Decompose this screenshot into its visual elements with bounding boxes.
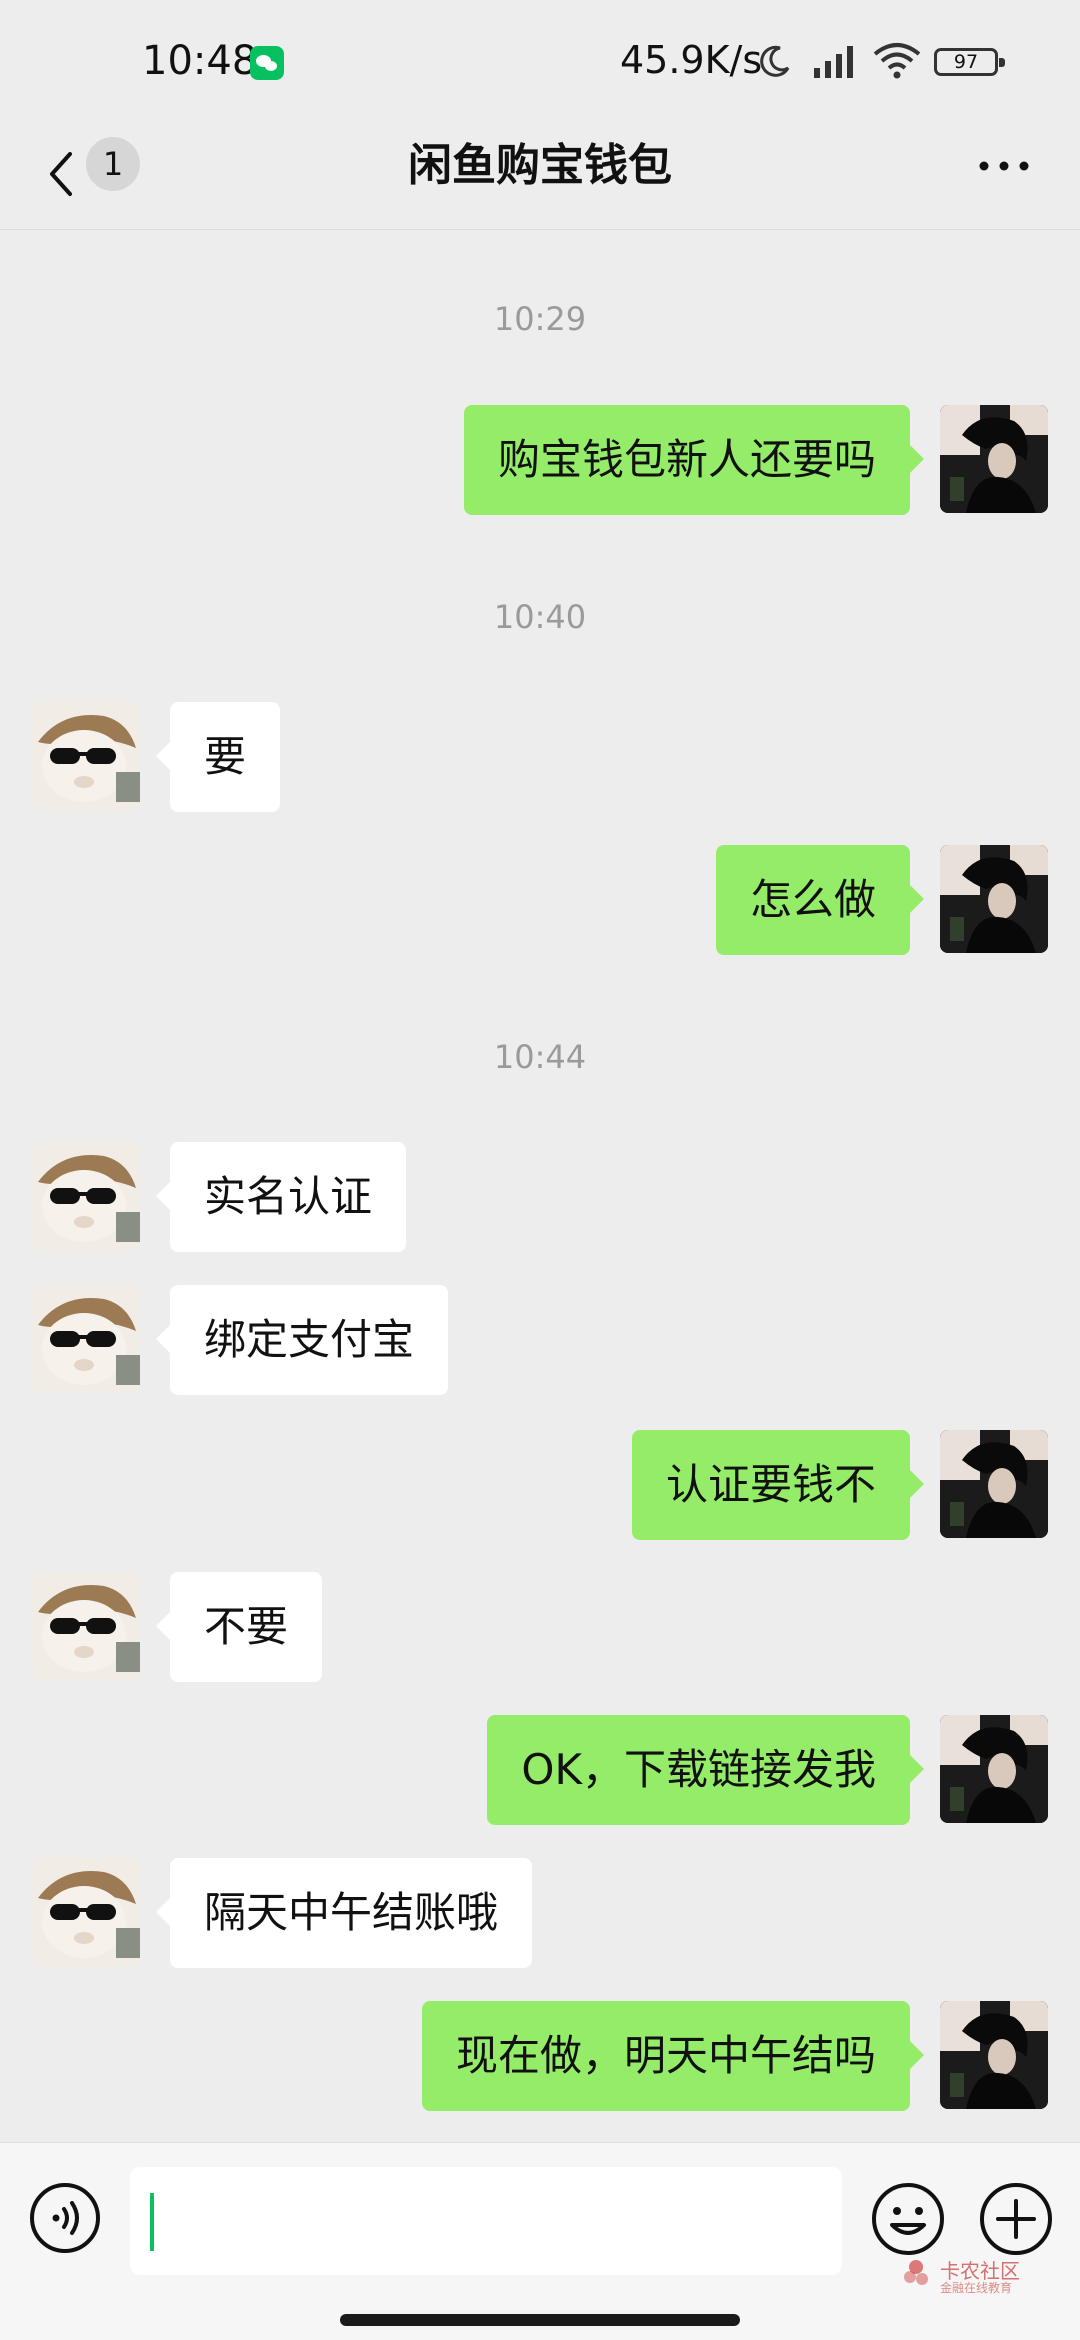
hamster-sunglasses-avatar-image [32,1285,140,1393]
person-avatar-image [940,1430,1048,1538]
hamster-sunglasses-avatar-image [32,1858,140,1966]
home-indicator[interactable] [340,2314,740,2326]
message-bubble-contact[interactable]: 不要 [155,1572,323,1682]
watermark-subtext: 金融在线教育 [940,2281,1013,2295]
hamster-sunglasses-avatar-image [32,702,140,810]
battery-level: 97 [953,51,979,73]
self-avatar[interactable] [940,845,1048,953]
contact-avatar[interactable] [32,1142,140,1250]
network-speed: 45.9K/s [620,38,763,82]
person-avatar-image [940,1715,1048,1823]
message-bubble-contact[interactable]: 隔天中午结账哦 [155,1858,533,1968]
message-bubble-self[interactable]: OK，下载链接发我 [487,1715,924,1825]
self-avatar[interactable] [940,1715,1048,1823]
moon-icon [760,45,790,77]
contact-avatar[interactable] [32,1858,140,1966]
more-dots-icon[interactable] [976,156,1032,176]
wifi-icon [873,43,921,79]
message-timestamp: 10:29 [493,300,587,338]
text-cursor [150,2193,154,2251]
chat-screen: 10:48 45.9K/s 97 1 闲鱼购宝钱包 10:29 购宝钱包新人还要… [0,0,1080,2340]
contact-avatar[interactable] [32,1285,140,1393]
message-list[interactable]: 10:29 购宝钱包新人还要吗 10:40 要 怎么做 10:44 实名认证 绑… [0,230,1080,2140]
hamster-sunglasses-avatar-image [32,1572,140,1680]
message-bubble-self[interactable]: 认证要钱不 [631,1430,925,1540]
self-avatar[interactable] [940,2001,1048,2109]
chevron-left-icon[interactable] [40,142,80,206]
contact-avatar[interactable] [32,702,140,810]
message-bubble-self[interactable]: 现在做，明天中午结吗 [421,2001,925,2111]
message-bubble-self[interactable]: 购宝钱包新人还要吗 [463,405,925,515]
plus-icon[interactable] [978,2181,1054,2257]
page-title: 闲鱼购宝钱包 [408,140,672,191]
person-avatar-image [940,405,1048,513]
wechat-icon [250,46,284,80]
message-bubble-contact[interactable]: 要 [155,702,281,812]
self-avatar[interactable] [940,405,1048,513]
contact-avatar[interactable] [32,1572,140,1680]
status-bar: 10:48 45.9K/s 97 [0,0,1080,120]
voice-icon[interactable] [28,2181,102,2255]
message-input-bar: 卡农社区 金融在线教育 [0,2142,1080,2340]
signal-icon [814,46,853,78]
self-avatar[interactable] [940,1430,1048,1538]
message-text-input[interactable] [130,2167,842,2275]
message-timestamp: 10:44 [493,1038,587,1076]
message-bubble-contact[interactable]: 绑定支付宝 [155,1285,449,1395]
person-avatar-image [940,2001,1048,2109]
emoji-icon[interactable] [870,2181,946,2257]
chat-header: 1 闲鱼购宝钱包 [0,120,1080,230]
message-bubble-contact[interactable]: 实名认证 [155,1142,407,1252]
status-time: 10:48 [142,38,258,84]
hamster-sunglasses-avatar-image [32,1142,140,1250]
message-timestamp: 10:40 [493,598,587,636]
message-bubble-self[interactable]: 怎么做 [715,845,925,955]
person-avatar-image [940,845,1048,953]
unread-badge[interactable]: 1 [86,137,140,191]
battery-icon: 97 [934,48,1005,76]
